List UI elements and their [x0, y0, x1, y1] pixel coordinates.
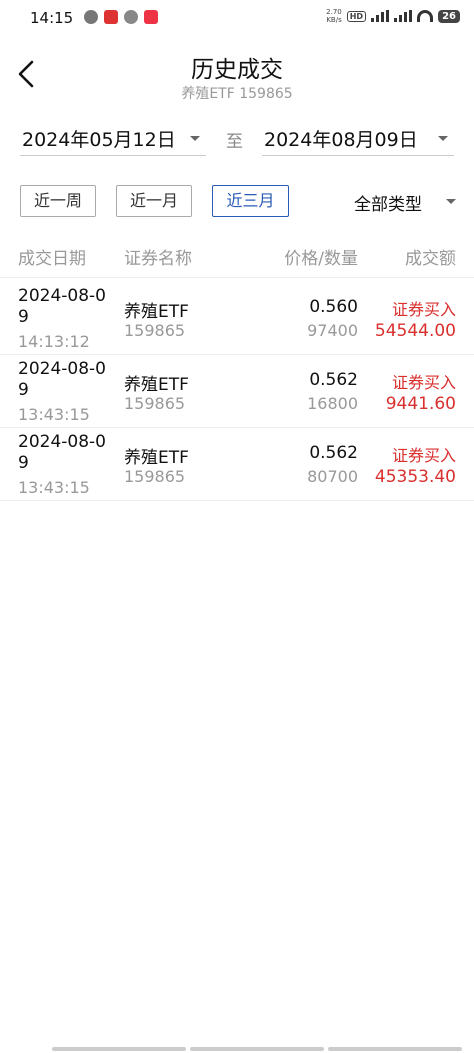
security-name: 养殖ETF [124, 375, 189, 395]
end-date-value: 2024年08月09日 [264, 129, 418, 151]
trade-date: 2024-08-0 [18, 432, 106, 452]
table-row[interactable]: 2024-08-0 9 14:13:12 养殖ETF 159865 0.560 … [0, 282, 474, 355]
trade-time: 13:43:15 [18, 478, 90, 497]
period-three-months-button[interactable]: 近三月 [212, 185, 289, 217]
trade-price: 0.562 [309, 370, 358, 390]
trade-date-wrap: 9 [18, 453, 29, 473]
caret-down-icon [446, 199, 456, 204]
trade-quantity: 80700 [307, 467, 358, 486]
date-separator: 至 [226, 132, 243, 152]
trade-time: 13:43:15 [18, 405, 90, 424]
type-filter-dropdown[interactable]: 全部类型 [350, 188, 460, 216]
signal-icon [371, 10, 390, 22]
caret-down-icon [438, 136, 448, 141]
net-speed: 2.70 KB/s [326, 8, 342, 24]
trade-type: 证券买入 [391, 300, 456, 319]
table-header: 成交日期 证券名称 价格/数量 成交额 [0, 232, 474, 278]
signal-icon [394, 10, 413, 22]
status-bar: 14:15 2.70 KB/s HD 26 [0, 0, 474, 36]
caret-down-icon [190, 136, 200, 141]
column-header-date: 成交日期 [18, 249, 86, 269]
wifi-icon [417, 10, 434, 22]
security-name: 养殖ETF [124, 302, 189, 322]
trade-quantity: 16800 [307, 394, 358, 413]
column-header-security: 证券名称 [124, 249, 192, 269]
trade-amount: 54544.00 [374, 321, 456, 341]
column-header-price-quantity: 价格/数量 [284, 249, 358, 269]
hd-icon: HD [346, 10, 367, 22]
trade-date-wrap: 9 [18, 380, 29, 400]
end-date-picker[interactable]: 2024年08月09日 [262, 122, 454, 156]
period-one-month-button[interactable]: 近一月 [116, 185, 192, 217]
notification-icons [84, 10, 158, 24]
table-row[interactable]: 2024-08-0 9 13:43:15 养殖ETF 159865 0.562 … [0, 355, 474, 428]
trade-time: 14:13:12 [18, 332, 90, 351]
table-row[interactable]: 2024-08-0 9 13:43:15 养殖ETF 159865 0.562 … [0, 428, 474, 501]
page-title: 历史成交 [191, 57, 283, 83]
start-date-value: 2024年05月12日 [22, 129, 176, 151]
period-one-week-button[interactable]: 近一周 [20, 185, 96, 217]
trade-quantity: 97400 [307, 321, 358, 340]
status-indicators: 2.70 KB/s HD 26 [326, 8, 460, 24]
gesture-bar[interactable] [52, 1047, 462, 1051]
security-code: 159865 [124, 394, 186, 413]
start-date-picker[interactable]: 2024年05月12日 [20, 122, 206, 156]
security-name: 养殖ETF [124, 448, 189, 468]
trade-type: 证券买入 [391, 373, 456, 392]
app-notification-icon [104, 10, 118, 24]
column-header-amount: 成交额 [405, 249, 456, 269]
page-subtitle: 养殖ETF 159865 [181, 86, 293, 102]
trade-price: 0.562 [309, 443, 358, 463]
trade-type: 证券买入 [391, 446, 456, 465]
trade-amount: 9441.60 [385, 394, 456, 414]
security-code: 159865 [124, 321, 186, 340]
shopping-app-icon [144, 10, 158, 24]
trade-date: 2024-08-0 [18, 359, 106, 379]
type-filter-label: 全部类型 [354, 195, 422, 215]
message-icon [124, 10, 138, 24]
trade-date: 2024-08-0 [18, 286, 106, 306]
trade-amount: 45353.40 [374, 467, 456, 487]
trade-price: 0.560 [309, 297, 358, 317]
battery-icon: 26 [438, 9, 460, 23]
status-time: 14:15 [30, 9, 74, 27]
security-code: 159865 [124, 467, 186, 486]
trade-date-wrap: 9 [18, 307, 29, 327]
wechat-icon [84, 10, 98, 24]
